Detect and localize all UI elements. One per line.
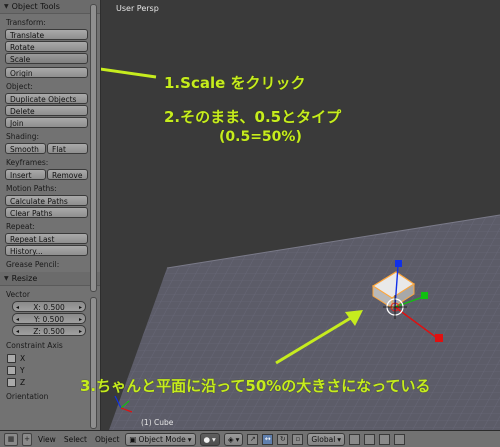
active-object-label: (1) Cube [141,418,174,427]
arrow-to-scale-icon [101,67,157,79]
shelf-scrollbar-top[interactable] [90,4,97,292]
collapse-triangle-icon[interactable]: ▼ [4,0,9,13]
object-menu[interactable]: Object [93,435,121,444]
shading-buttons: Smooth Flat [5,143,88,154]
annotation-step-2-note: (0.5=50%) [219,129,302,145]
vector-x-field[interactable]: ◂ X: 0.500 ▸ [12,301,86,312]
cube-icon: ▣ [129,434,137,444]
viewport-header: ▦ + View Select Object ▣ Object Mode ▾ ● ▾ … [0,430,500,447]
increment-arrow-icon[interactable]: ▸ [79,302,82,313]
viewport-shading-select[interactable]: ● ▾ [199,432,220,446]
remove-keyframe-button[interactable]: Remove [47,169,88,180]
object-tools-header[interactable]: ▼ Object Tools [0,0,100,14]
resize-panel-header[interactable]: ▼ Resize [0,272,100,286]
object-tools-title: Object Tools [11,2,60,11]
plus-icon[interactable]: + [22,432,32,446]
chevron-down-icon: ▾ [212,434,216,444]
pivot-select[interactable]: ◈ ▾ [223,432,244,446]
smooth-button[interactable]: Smooth [5,143,46,154]
chevron-down-icon: ▾ [235,434,240,444]
grease-pencil-section-label: Grease Pencil: [6,260,60,269]
editor-type-icon[interactable]: ▦ [4,432,18,446]
collapse-triangle-icon[interactable]: ▼ [4,272,9,285]
layer-button[interactable] [379,433,391,445]
vector-z-field[interactable]: ◂ Z: 0.500 ▸ [12,325,86,336]
object-section-label: Object: [6,82,33,91]
keyframe-buttons: Insert Remove [5,169,88,180]
mode-select[interactable]: ▣ Object Mode ▾ [125,432,196,446]
history-button[interactable]: History... [5,245,88,256]
increment-arrow-icon[interactable]: ▸ [79,326,82,337]
annotation-step-2: 2.そのまま、0.5とタイプ [164,108,342,126]
pivot-icon: ◈ [227,434,234,444]
translate-manipulator-icon[interactable]: ↔ [262,433,274,445]
join-button[interactable]: Join [5,117,88,128]
decrement-arrow-icon[interactable]: ◂ [16,314,19,325]
calculate-paths-button[interactable]: Calculate Paths [5,195,88,206]
viewport-title: User Persp [116,4,159,13]
origin-button[interactable]: Origin [5,67,88,78]
layer-button[interactable] [364,433,376,445]
decrement-arrow-icon[interactable]: ◂ [16,326,19,337]
orientation-select[interactable]: Global ▾ [307,432,346,446]
view-menu[interactable]: View [36,435,58,444]
blender-window: ▼ Object Tools Transform: Translate Rota… [0,0,500,447]
vector-y-field[interactable]: ◂ Y: 0.500 ▸ [12,313,86,324]
motion-paths-section-label: Motion Paths: [6,184,57,193]
scale-button[interactable]: Scale [5,53,88,64]
increment-arrow-icon[interactable]: ▸ [79,314,82,325]
repeat-last-button[interactable]: Repeat Last [5,233,88,244]
select-menu[interactable]: Select [62,435,89,444]
repeat-section-label: Repeat: [6,222,35,231]
keyframes-section-label: Keyframes: [6,158,49,167]
resize-panel-title: Resize [11,274,38,283]
constraint-axis-label: Constraint Axis [6,341,63,350]
translate-button[interactable]: Translate [5,29,88,40]
duplicate-objects-button[interactable]: Duplicate Objects [5,93,88,104]
layer-button[interactable] [349,433,361,445]
rotate-manipulator-icon[interactable]: ↻ [277,433,289,445]
layer-button[interactable] [394,433,406,445]
scale-manipulator-icon[interactable]: ▫ [292,433,304,445]
transform-section-label: Transform: [6,18,46,27]
constraint-x-checkbox[interactable]: X [7,352,100,364]
shading-section-label: Shading: [6,132,39,141]
delete-button[interactable]: Delete [5,105,88,116]
flat-button[interactable]: Flat [47,143,88,154]
sphere-icon: ● [203,434,211,444]
clear-paths-button[interactable]: Clear Paths [5,207,88,218]
viewport-scene [101,67,500,430]
3d-viewport[interactable]: User Persp (1) Cube [101,0,500,430]
manipulator-toggle-icon[interactable]: ↗ [247,433,259,445]
decrement-arrow-icon[interactable]: ◂ [16,302,19,313]
ground-grid [109,215,500,430]
chevron-down-icon: ▾ [187,434,192,444]
vector-label: Vector [6,290,30,299]
tool-shelf: ▼ Object Tools Transform: Translate Rota… [0,0,101,430]
insert-keyframe-button[interactable]: Insert [5,169,46,180]
rotate-button[interactable]: Rotate [5,41,88,52]
annotation-step-3: 3.ちゃんと平面に沿って50%の大きさになっている [80,377,431,395]
chevron-down-icon: ▾ [337,434,342,444]
annotation-step-1: 1.Scale をクリック [164,74,306,92]
shelf-scrollbar-bottom[interactable] [90,297,97,429]
